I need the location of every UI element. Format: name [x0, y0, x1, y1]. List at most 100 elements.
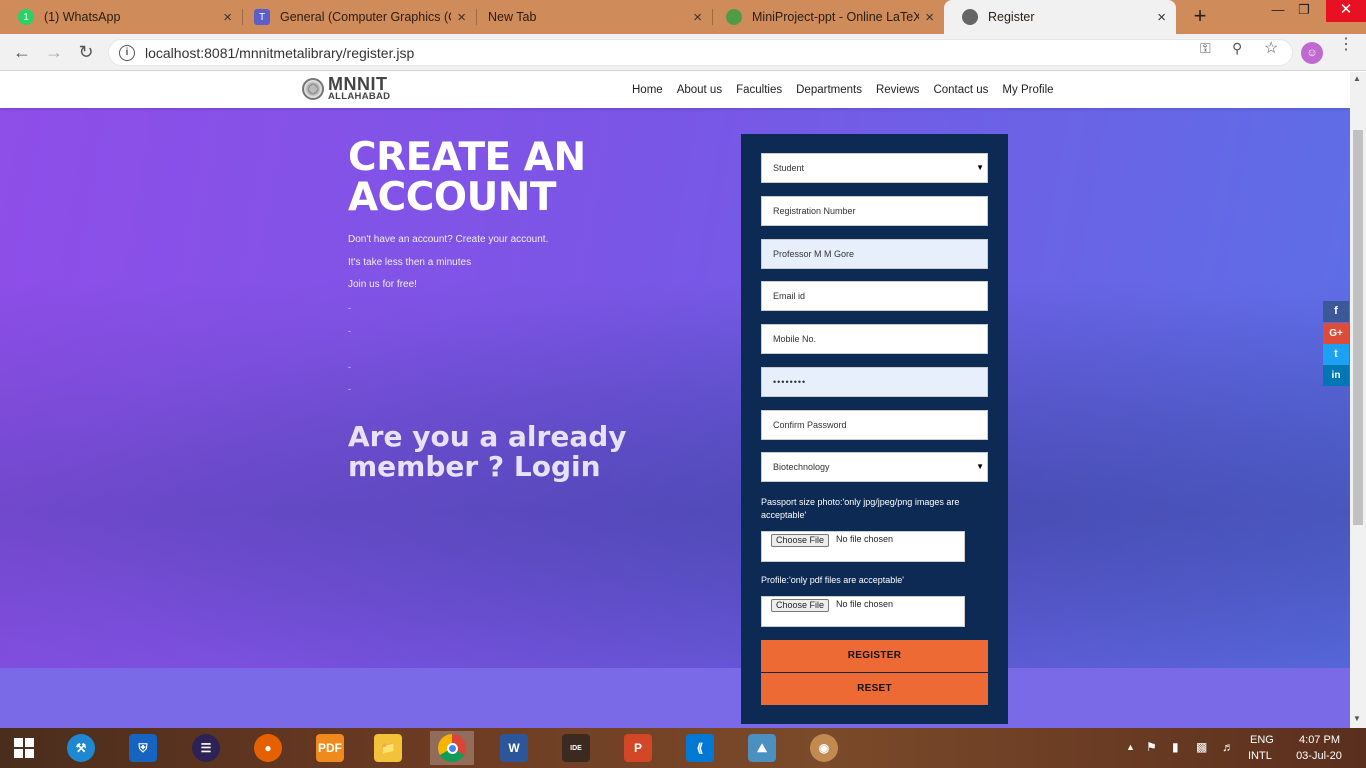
lead-text-3: Join us for free!: [348, 279, 417, 290]
battery-icon[interactable]: ▮: [1172, 740, 1179, 754]
login-link[interactable]: Are you a already member ? Login: [348, 422, 678, 482]
clock-date[interactable]: 03-Jul-20: [1294, 750, 1344, 762]
volume-icon[interactable]: ♬: [1222, 740, 1234, 754]
close-tab-icon[interactable]: ×: [457, 9, 466, 26]
scroll-down-icon[interactable]: ▼: [1353, 714, 1361, 723]
nav-faculties[interactable]: Faculties: [736, 84, 782, 96]
bookmark-star-icon[interactable]: ☆: [1264, 38, 1278, 58]
keyboard-layout-indicator[interactable]: INTL: [1248, 750, 1272, 762]
nav-about[interactable]: About us: [677, 84, 722, 96]
taskbar-paint[interactable]: ◉: [802, 731, 846, 765]
photo-file-input[interactable]: Choose File No file chosen: [761, 531, 965, 562]
photos-icon: ⛰: [748, 734, 776, 762]
no-file-text: No file chosen: [836, 599, 894, 609]
dash-mark: -: [348, 362, 351, 372]
back-icon[interactable]: ←: [10, 40, 34, 64]
role-select-value: Student: [773, 163, 805, 173]
hero-background: [0, 108, 1350, 728]
nav-reviews[interactable]: Reviews: [876, 84, 919, 96]
department-select[interactable]: Biotechnology ▼: [761, 452, 988, 482]
choose-file-button[interactable]: Choose File: [771, 534, 830, 547]
tab-whatsapp[interactable]: 1 (1) WhatsApp ×: [0, 0, 242, 34]
tab-overleaf[interactable]: MiniProject-ppt - Online LaTeX ×: [708, 0, 944, 34]
close-tab-icon[interactable]: ×: [223, 9, 232, 26]
tab-strip: 1 (1) WhatsApp × T General (Computer Gra…: [0, 0, 1366, 34]
registration-number-input[interactable]: Registration Number: [761, 196, 988, 226]
folder-icon: 📁: [374, 734, 402, 762]
firefox-icon: ●: [254, 734, 282, 762]
wifi-icon[interactable]: ▩: [1196, 740, 1207, 754]
browser-toolbar: ← → ↻ i localhost:8081/mnnitmetalibrary/…: [0, 34, 1366, 71]
reload-icon[interactable]: ↻: [74, 40, 98, 64]
taskbar-chrome[interactable]: [430, 731, 474, 765]
tab-title: Register: [988, 10, 1035, 24]
language-indicator[interactable]: ENG: [1250, 734, 1274, 746]
no-file-text: No file chosen: [836, 534, 894, 544]
taskbar-firefox[interactable]: ●: [246, 731, 290, 765]
tab-new-tab[interactable]: New Tab ×: [476, 0, 712, 34]
name-input[interactable]: Professor M M Gore: [761, 239, 988, 269]
taskbar-eclipse[interactable]: ☰: [184, 731, 228, 765]
nav-home[interactable]: Home: [632, 84, 663, 96]
taskbar-pdf[interactable]: PDF: [308, 731, 352, 765]
close-tab-icon[interactable]: ×: [925, 9, 934, 26]
page-scrollbar[interactable]: ▲ ▼: [1350, 72, 1366, 728]
taskbar-word[interactable]: W: [492, 731, 536, 765]
windows-logo-icon: [14, 738, 34, 758]
lead-text-1: Don't have an account? Create your accou…: [348, 234, 549, 245]
role-select[interactable]: Student ▼: [761, 153, 988, 183]
new-tab-button[interactable]: +: [1188, 4, 1212, 28]
address-bar[interactable]: i localhost:8081/mnnitmetalibrary/regist…: [108, 39, 1293, 66]
site-logo[interactable]: MNNIT ALLAHABAD: [302, 75, 390, 102]
nav-contact[interactable]: Contact us: [933, 84, 988, 96]
twitter-share-icon[interactable]: t: [1323, 344, 1349, 365]
close-window-icon[interactable]: ✕: [1326, 0, 1366, 22]
tab-title: (1) WhatsApp: [44, 10, 121, 24]
password-input[interactable]: ••••••••: [761, 367, 988, 397]
confirm-password-input[interactable]: Confirm Password: [761, 410, 988, 440]
page-title: CREATE AN ACCOUNT: [348, 138, 586, 218]
nav-departments[interactable]: Departments: [796, 84, 862, 96]
taskbar-vscode[interactable]: ⟪: [678, 731, 722, 765]
email-input[interactable]: Email id: [761, 281, 988, 311]
scroll-up-icon[interactable]: ▲: [1353, 74, 1361, 83]
nav-my-profile[interactable]: My Profile: [1002, 84, 1053, 96]
taskbar-java-ee-ide[interactable]: IDE: [554, 731, 598, 765]
info-icon[interactable]: i: [119, 44, 135, 61]
choose-file-button[interactable]: Choose File: [771, 599, 830, 612]
zoom-icon[interactable]: ⚲: [1232, 40, 1242, 57]
close-tab-icon[interactable]: ×: [1157, 9, 1166, 26]
close-tab-icon[interactable]: ×: [693, 9, 702, 26]
facebook-share-icon[interactable]: f: [1323, 301, 1349, 322]
tab-register[interactable]: Register ×: [944, 0, 1176, 34]
network-alert-icon[interactable]: ⚑: [1146, 740, 1157, 754]
profile-avatar[interactable]: ☺: [1301, 42, 1323, 64]
mobile-input[interactable]: Mobile No.: [761, 324, 988, 354]
tray-overflow-icon[interactable]: ▲: [1126, 742, 1135, 752]
dash-mark: -: [348, 384, 351, 394]
department-select-value: Biotechnology: [773, 462, 830, 472]
taskbar-powerpoint[interactable]: P: [616, 731, 660, 765]
taskbar-file-explorer[interactable]: 📁: [366, 731, 410, 765]
clock-time[interactable]: 4:07 PM: [1297, 734, 1342, 746]
google-plus-share-icon[interactable]: G+: [1323, 323, 1349, 344]
taskbar-tool-app[interactable]: ⚒: [59, 731, 103, 765]
profile-file-input[interactable]: Choose File No file chosen: [761, 596, 965, 627]
linkedin-share-icon[interactable]: in: [1323, 365, 1349, 386]
forward-icon[interactable]: →: [42, 40, 66, 64]
site-header: MNNIT ALLAHABAD Home About us Faculties …: [0, 72, 1350, 108]
reset-button[interactable]: RESET: [761, 673, 988, 705]
start-button[interactable]: [2, 731, 46, 765]
title-line-1: CREATE AN: [348, 135, 586, 180]
scroll-thumb[interactable]: [1353, 130, 1363, 525]
tab-teams[interactable]: T General (Computer Graphics (CS ×: [236, 0, 476, 34]
menu-icon[interactable]: ⋮: [1338, 37, 1354, 53]
key-icon[interactable]: ⚿: [1200, 40, 1211, 57]
register-button[interactable]: REGISTER: [761, 640, 988, 672]
taskbar-defender[interactable]: ⛨: [121, 731, 165, 765]
tab-title: MiniProject-ppt - Online LaTeX: [752, 10, 920, 24]
site-nav: Home About us Faculties Departments Revi…: [625, 72, 1061, 108]
restore-icon[interactable]: ❐: [1284, 0, 1324, 22]
taskbar-photos[interactable]: ⛰: [740, 731, 784, 765]
hero-bottom-band: [0, 668, 1350, 728]
